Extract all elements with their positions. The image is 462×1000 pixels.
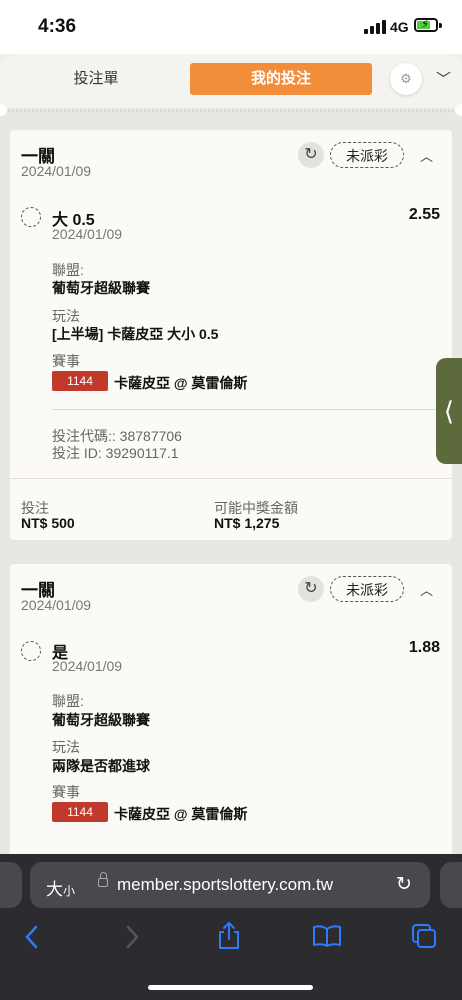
refresh-icon[interactable]: ↻ <box>298 576 324 602</box>
play-value: [上半場] 卡薩皮亞 大小 0.5 <box>52 326 219 342</box>
event-id-badge: 1144 <box>52 371 108 391</box>
next-tab[interactable] <box>440 862 462 908</box>
url-text[interactable]: member.sportslottery.com.tw <box>117 875 333 895</box>
selection-date: 2024/01/09 <box>52 658 123 674</box>
signal-icon <box>364 20 386 34</box>
back-icon[interactable] <box>22 924 42 950</box>
forward-icon[interactable] <box>122 924 142 950</box>
notch-right <box>455 104 462 116</box>
league-label: 聯盟: <box>52 693 84 709</box>
payout-value: NT$ 1,275 <box>214 515 280 531</box>
gear-icon[interactable]: ⚙ <box>390 63 422 95</box>
status-time: 4:36 <box>38 16 77 37</box>
battery-icon: ⚡ <box>414 17 438 32</box>
selection-date: 2024/01/09 <box>52 226 123 242</box>
text-size-button[interactable]: 大小 <box>46 875 75 900</box>
side-arrow-icon[interactable]: ⟨ <box>436 358 462 464</box>
status-badge: 未派彩 <box>330 576 404 602</box>
divider <box>10 478 452 479</box>
odds-value: 2.55 <box>408 206 440 223</box>
spinner-icon <box>21 641 41 661</box>
text-size-small: 小 <box>63 884 76 898</box>
event-label: 賽事 <box>52 784 80 800</box>
bet-card: 一關 2024/01/09 ↻ 未派彩 ︿ 大 0.5 2.55 2024/01… <box>10 130 452 540</box>
chevron-up-icon[interactable]: ︿ <box>420 146 433 165</box>
event-match: 卡薩皮亞 @ 莫雷倫斯 <box>114 375 248 391</box>
tab-my-bets[interactable]: 我的投注 <box>190 63 372 95</box>
divider <box>52 409 440 410</box>
divider <box>8 110 454 112</box>
lock-icon <box>98 872 108 887</box>
battery-tip <box>439 23 442 28</box>
previous-tab[interactable] <box>0 862 22 908</box>
league-value: 葡萄牙超級聯賽 <box>52 280 150 296</box>
status-badge: 未派彩 <box>330 142 404 168</box>
odds-value: 1.88 <box>408 639 440 656</box>
refresh-icon[interactable]: ↻ <box>298 142 324 168</box>
text-size-large: 大 <box>46 880 63 899</box>
chevron-down-icon[interactable]: ﹀ <box>436 68 451 89</box>
home-indicator <box>148 985 313 990</box>
event-label: 賽事 <box>52 353 80 369</box>
bet-date: 2024/01/09 <box>21 597 92 613</box>
play-label: 玩法 <box>52 308 80 324</box>
network-type: 4G <box>390 19 409 35</box>
bookmarks-icon[interactable] <box>312 924 342 948</box>
bet-date: 2024/01/09 <box>21 163 92 179</box>
league-value: 葡萄牙超級聯賽 <box>52 712 150 728</box>
chevron-up-icon[interactable]: ︿ <box>420 580 433 599</box>
tabs-icon[interactable] <box>410 922 438 950</box>
stake-value: NT$ 500 <box>21 515 75 531</box>
tab-bet-slip[interactable]: 投注單 <box>36 63 156 95</box>
share-icon[interactable] <box>216 920 242 950</box>
event-match: 卡薩皮亞 @ 莫雷倫斯 <box>114 806 248 822</box>
bet-card: 一關 2024/01/09 ↻ 未派彩 ︿ 是 1.88 2024/01/09 … <box>10 564 452 854</box>
spinner-icon <box>21 207 41 227</box>
play-value: 兩隊是否都進球 <box>52 758 150 774</box>
event-id-badge: 1144 <box>52 802 108 822</box>
league-label: 聯盟: <box>52 262 84 278</box>
reload-icon[interactable]: ↻ <box>396 873 412 896</box>
play-label: 玩法 <box>52 739 80 755</box>
bet-id: 投注 ID: 39290117.1 <box>52 445 179 461</box>
